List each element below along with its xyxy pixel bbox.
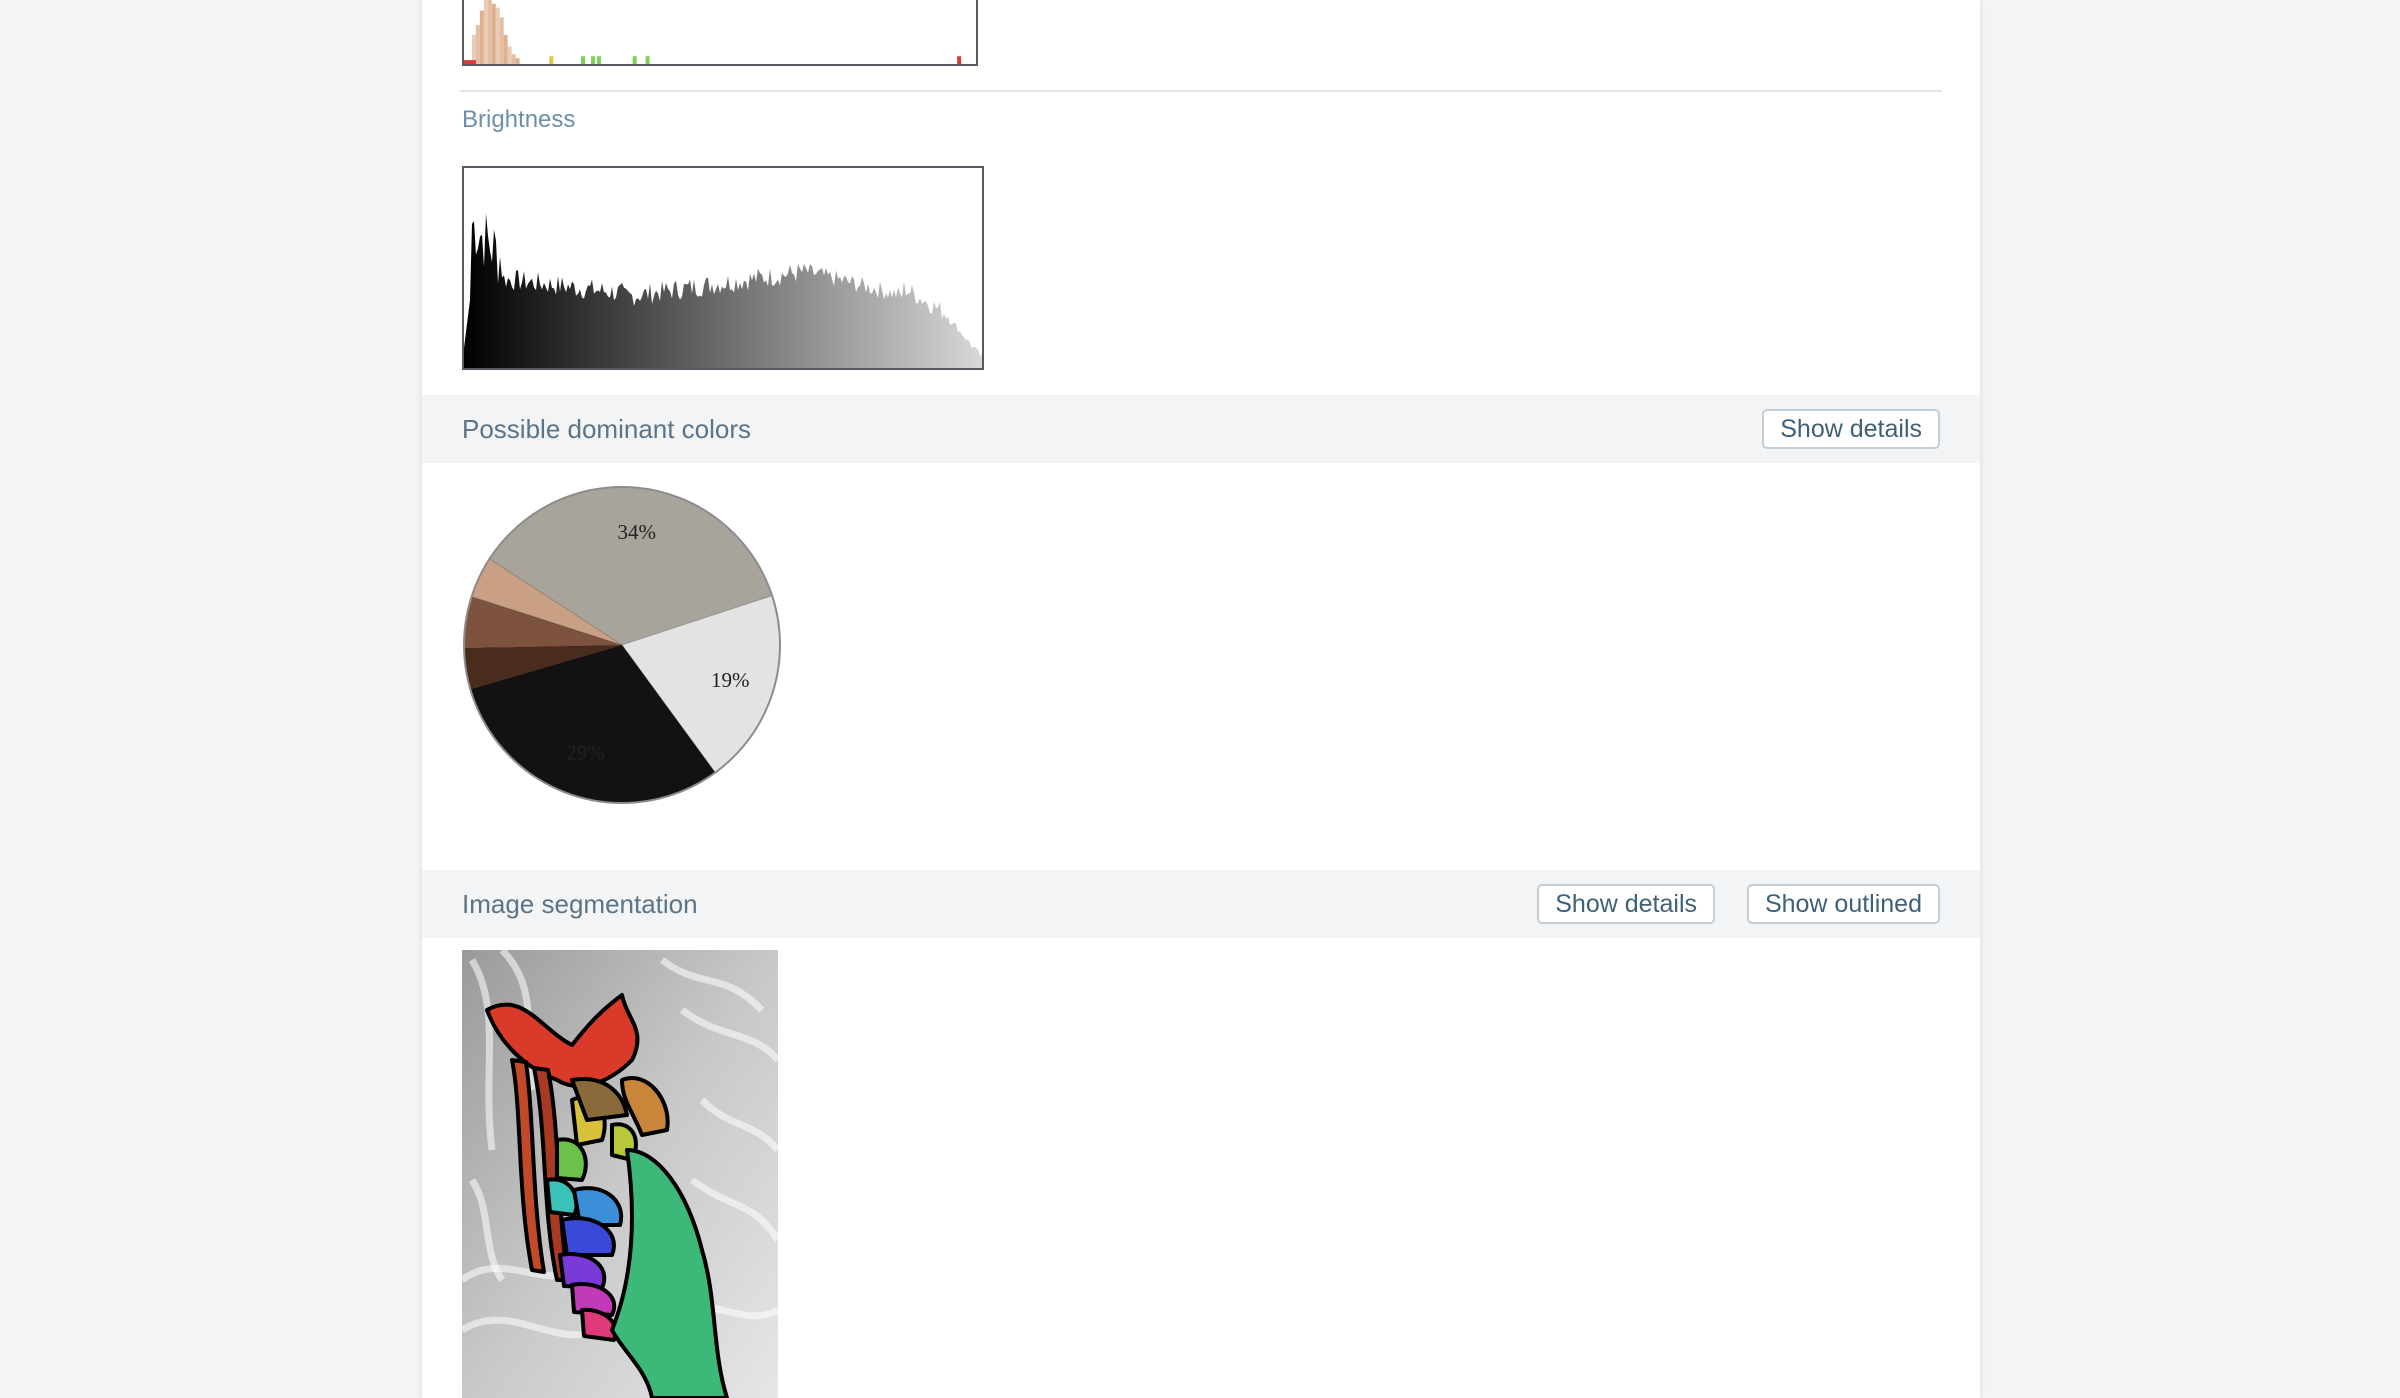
pie-slice-label: 29% [566, 741, 605, 765]
color-histogram-bar [591, 56, 595, 64]
brightness-label: Brightness [462, 106, 576, 133]
brightness-histogram-plot [464, 213, 982, 368]
color-histogram-bar [645, 56, 650, 64]
color-histogram-bar [483, 0, 488, 64]
color-histogram-bar [511, 54, 516, 64]
color-histogram-bar [464, 60, 476, 64]
pie-chart-svg: 34% 19% 29% [463, 486, 781, 804]
segmentation-show-outlined-button[interactable]: Show outlined [1746, 884, 1940, 924]
brightness-histogram [462, 166, 984, 370]
dominant-colors-pie-chart: 34% 19% 29% [462, 485, 802, 840]
color-histogram-bar [581, 56, 586, 64]
color-histogram-bar [487, 0, 492, 64]
dominant-colors-title: Possible dominant colors [462, 414, 752, 444]
color-histogram-bar [596, 56, 601, 64]
brightness-histogram-area [464, 213, 982, 368]
segmentation-image [462, 950, 778, 1398]
color-histogram-bar [475, 25, 480, 64]
color-histogram [462, 0, 978, 66]
color-histogram-bar [503, 34, 508, 64]
image-segmentation-header: Image segmentation Show details Show out… [422, 870, 1980, 938]
dominant-colors-header: Possible dominant colors Show details [422, 395, 1980, 463]
section-divider [460, 90, 1942, 92]
color-histogram-bar [479, 10, 484, 64]
color-histogram-bar [471, 34, 476, 64]
color-histogram-bar [507, 46, 512, 64]
segmentation-image-svg [462, 950, 778, 1398]
color-histogram-bar [491, 3, 496, 64]
color-histogram-bar [499, 17, 504, 64]
pie-slice-label: 34% [617, 520, 656, 544]
color-histogram-bar [957, 56, 962, 64]
color-histogram-plot [464, 0, 962, 64]
dominant-colors-show-details-button[interactable]: Show details [1762, 409, 1940, 449]
analysis-panel: Brightness Possible dominant colors Show… [422, 0, 1980, 1398]
color-histogram-bar [515, 58, 520, 64]
image-segmentation-title: Image segmentation [462, 889, 698, 919]
color-histogram-bar [495, 7, 500, 64]
color-histogram-bar [632, 56, 637, 64]
segmentation-show-details-button[interactable]: Show details [1537, 884, 1715, 924]
color-histogram-bar [549, 56, 554, 64]
pie-slice-label: 19% [711, 668, 750, 692]
